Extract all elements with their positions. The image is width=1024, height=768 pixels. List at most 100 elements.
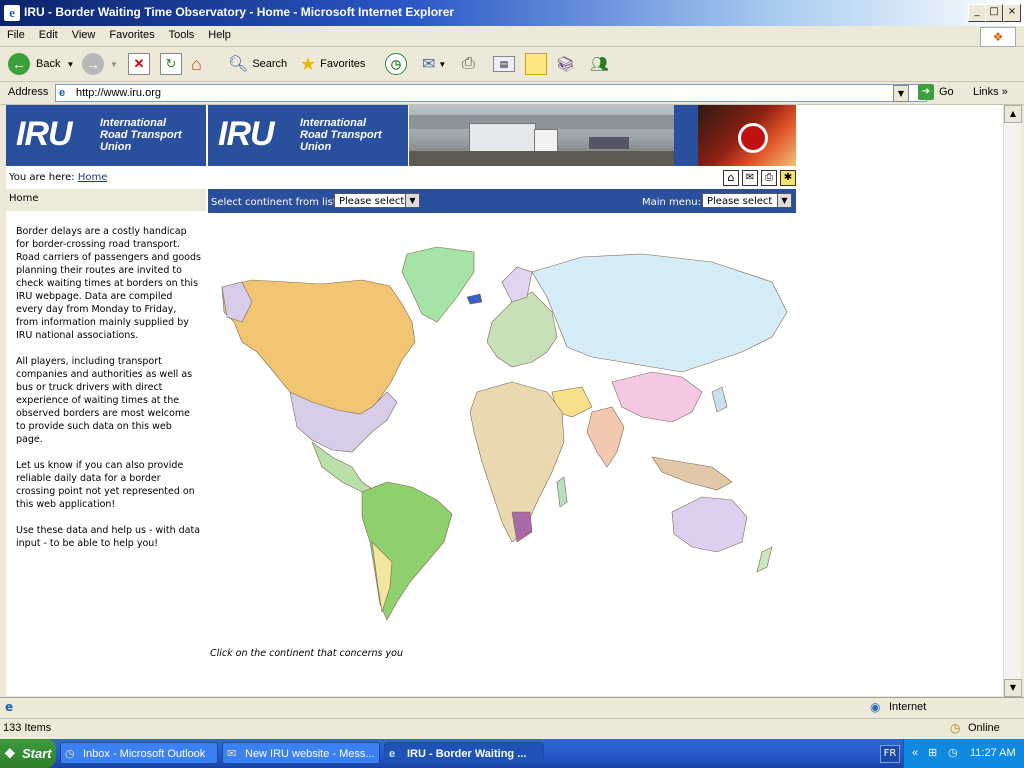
history-button[interactable]: ◷ bbox=[385, 51, 407, 77]
print-icon: ⎙ bbox=[462, 55, 475, 72]
favorites-button[interactable]: ★ Favorites bbox=[300, 51, 365, 77]
country-madagascar[interactable] bbox=[556, 476, 568, 508]
page-icon: e bbox=[59, 87, 66, 99]
country-new-zealand[interactable] bbox=[756, 546, 773, 573]
menu-help[interactable]: Help bbox=[201, 26, 238, 44]
address-url: http://www.iru.org bbox=[76, 87, 161, 99]
country-iceland[interactable] bbox=[466, 293, 483, 305]
star-icon: ★ bbox=[300, 53, 317, 74]
close-button[interactable]: × bbox=[1003, 4, 1021, 22]
language-indicator[interactable]: FR bbox=[880, 745, 900, 763]
clock[interactable]: 11:27 AM bbox=[970, 739, 1016, 768]
breadcrumb-home-link[interactable]: Home bbox=[78, 172, 108, 183]
clock-status-icon: ◷ bbox=[950, 721, 961, 735]
tray-expand-icon[interactable]: « bbox=[912, 739, 918, 768]
minimize-button[interactable]: _ bbox=[968, 4, 986, 22]
address-input[interactable]: e http://www.iru.org bbox=[55, 84, 927, 102]
toolbar: ← Back ▼ → ▼ ✕ ↻ ⌂ 🔍︎ Search ★ Favorites… bbox=[0, 47, 1024, 82]
address-dropdown-button[interactable]: ▼ bbox=[893, 85, 909, 102]
border-barrier-photo bbox=[698, 105, 796, 166]
window-title: IRU - Border Waiting Time Observatory - … bbox=[24, 5, 455, 19]
scroll-down-button[interactable]: ▼ bbox=[1004, 679, 1022, 697]
maximize-button[interactable]: □ bbox=[985, 4, 1003, 22]
network-icon[interactable]: ⊞ bbox=[928, 739, 937, 768]
org-line: Road Transport bbox=[300, 129, 382, 141]
stop-button[interactable]: ✕ bbox=[128, 51, 150, 77]
windows-flag-icon: ❖ bbox=[4, 746, 16, 761]
go-arrow-icon: ➜ bbox=[918, 84, 934, 100]
main-menu-select[interactable]: Please select ▼ bbox=[702, 193, 792, 208]
continent-label: Select continent from list: bbox=[211, 197, 341, 208]
dropdown-arrow-icon: ▼ bbox=[438, 59, 447, 69]
country-china[interactable] bbox=[611, 371, 703, 423]
country-indonesia[interactable] bbox=[651, 456, 733, 491]
sitemap-icon[interactable]: ✱ bbox=[780, 170, 796, 186]
scroll-up-button[interactable]: ▲ bbox=[1004, 105, 1022, 123]
back-button[interactable]: ← Back ▼ bbox=[8, 51, 74, 77]
nav-home[interactable]: Home bbox=[9, 193, 39, 204]
task-outlook[interactable]: ◷ Inbox - Microsoft Outlook bbox=[60, 742, 218, 764]
start-button[interactable]: ❖ Start bbox=[0, 739, 56, 768]
continent-europe[interactable] bbox=[486, 291, 558, 368]
continent-select-value: Please select bbox=[339, 196, 405, 207]
research-button[interactable]: 📚︎ bbox=[556, 51, 575, 77]
forward-button[interactable]: → ▼ bbox=[82, 51, 118, 77]
continent-greenland[interactable] bbox=[401, 246, 475, 323]
org-line: International bbox=[100, 117, 167, 129]
links-button[interactable]: Links » bbox=[973, 86, 1008, 98]
go-button[interactable]: ➜ Go bbox=[918, 84, 954, 100]
home-button[interactable]: ⌂ bbox=[191, 51, 202, 77]
chevron-down-icon: ▼ bbox=[777, 194, 791, 207]
truck-border-photo bbox=[409, 105, 674, 166]
status-bar: e ◉ Internet bbox=[0, 697, 1024, 718]
country-india[interactable] bbox=[586, 406, 625, 468]
discuss-button[interactable] bbox=[525, 51, 547, 77]
edit-button[interactable]: ▤ bbox=[493, 51, 515, 77]
home-icon: ⌂ bbox=[191, 53, 202, 74]
intro-paragraph: Let us know if you can also provide reli… bbox=[16, 460, 195, 510]
title-bar[interactable]: e IRU - Border Waiting Time Observatory … bbox=[0, 0, 1024, 26]
dropdown-arrow-icon: ▼ bbox=[66, 59, 75, 69]
task-label: New IRU website - Mess... bbox=[245, 748, 375, 760]
mail-button[interactable]: ✉ ▼ bbox=[422, 51, 446, 77]
intro-paragraph: All players, including transport compani… bbox=[16, 356, 193, 445]
vertical-scrollbar[interactable]: ▲ ▼ bbox=[1003, 105, 1022, 697]
zone-label: Internet bbox=[889, 701, 927, 713]
continent-asia[interactable] bbox=[531, 253, 788, 373]
print-button[interactable]: ⎙ bbox=[462, 51, 475, 77]
org-name: International Road Transport Union bbox=[300, 117, 382, 153]
menu-file[interactable]: File bbox=[0, 26, 32, 44]
menu-bar: File Edit View Favorites Tools Help ❖ bbox=[0, 26, 1024, 47]
continent-australia[interactable] bbox=[671, 496, 748, 553]
search-button[interactable]: 🔍︎ Search bbox=[228, 51, 287, 77]
menu-favorites[interactable]: Favorites bbox=[102, 26, 161, 44]
task-message[interactable]: ✉ New IRU website - Mess... bbox=[222, 742, 380, 764]
continent-select[interactable]: Please select ▼ bbox=[334, 193, 420, 208]
start-label: Start bbox=[22, 746, 52, 761]
iru-logo: IRU bbox=[218, 115, 275, 153]
intro-text: Border delays are a costly handicap for … bbox=[16, 225, 201, 563]
org-line: International bbox=[300, 117, 367, 129]
messenger-button[interactable]: 👥︎ bbox=[590, 51, 609, 77]
country-japan[interactable] bbox=[711, 386, 728, 413]
home-icon[interactable]: ⌂ bbox=[723, 170, 739, 186]
page-icon: e bbox=[5, 700, 14, 714]
refresh-button[interactable]: ↻ bbox=[160, 51, 182, 77]
menu-view[interactable]: View bbox=[65, 26, 103, 44]
iru-logo: IRU bbox=[16, 115, 73, 153]
taskbar: ❖ Start ◷ Inbox - Microsoft Outlook ✉ Ne… bbox=[0, 739, 1024, 768]
mail-icon[interactable]: ✉ bbox=[742, 170, 758, 186]
breadcrumb-prefix: You are here: bbox=[9, 172, 75, 183]
favorites-label: Favorites bbox=[320, 58, 366, 70]
search-label: Search bbox=[252, 58, 288, 70]
header-logo-block[interactable]: IRU International Road Transport Union bbox=[6, 105, 206, 166]
menu-tools[interactable]: Tools bbox=[162, 26, 202, 44]
print-icon[interactable]: ⎙ bbox=[761, 170, 777, 186]
intro-paragraph: Border delays are a costly handicap for … bbox=[16, 226, 201, 341]
clock-status-icon[interactable]: ◷ bbox=[948, 739, 958, 768]
header-blue-strip bbox=[674, 105, 698, 166]
back-label: Back bbox=[36, 58, 61, 70]
menu-edit[interactable]: Edit bbox=[32, 26, 65, 44]
world-map[interactable] bbox=[212, 242, 792, 622]
task-iru-browser[interactable]: e IRU - Border Waiting ... bbox=[384, 742, 544, 764]
